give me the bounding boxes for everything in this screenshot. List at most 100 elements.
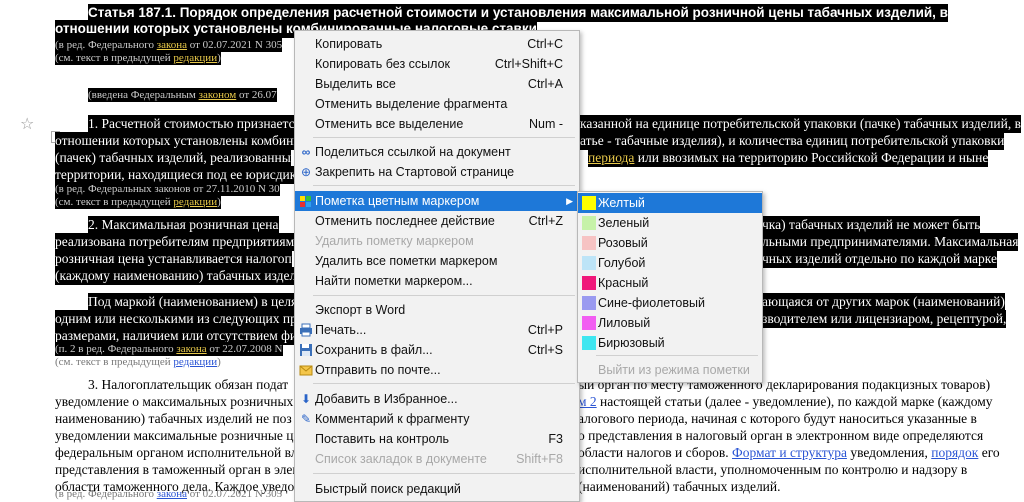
color-swatch	[582, 276, 596, 290]
para2-line: (каждому наименованию) табачных издели	[55, 267, 304, 285]
marker-pink[interactable]: Розовый	[578, 233, 762, 253]
menu-separator	[313, 137, 575, 138]
para3-line: ающаяся от других марок (наименований)	[762, 293, 1005, 311]
format-link[interactable]: Формат и структура	[732, 445, 847, 460]
marker-yellow[interactable]: Желтый	[578, 193, 762, 213]
note-text: )	[217, 196, 221, 208]
menu-label: Выделить все	[315, 77, 396, 91]
menu-shortcut: Shift+F8	[516, 452, 563, 466]
menu-item-add-favorites[interactable]: ⬇ Добавить в Избранное...	[295, 389, 579, 409]
para2-line: чка) табачных изделий не может быть	[762, 216, 981, 234]
para1-line: отношении которых установлены комбини	[55, 132, 301, 150]
edition-link[interactable]: редакции	[173, 196, 217, 208]
law-link[interactable]: законом	[199, 89, 237, 101]
menu-item-undo[interactable]: Отменить последнее действие Ctrl+Z	[295, 211, 579, 231]
menu-label: Желтый	[598, 196, 645, 210]
menu-item-copy[interactable]: Копировать Ctrl+C	[295, 34, 579, 54]
menu-label: Копировать без ссылок	[315, 57, 451, 71]
menu-item-print[interactable]: Печать... Ctrl+P	[295, 320, 579, 340]
menu-label: Копировать	[315, 37, 383, 51]
menu-item-export-word[interactable]: Экспорт в Word	[295, 300, 579, 320]
marker-light-blue[interactable]: Голубой	[578, 253, 762, 273]
pin-icon: ⊕	[300, 165, 312, 179]
menu-label: Список закладок в документе	[315, 452, 487, 466]
law-link[interactable]: закона	[176, 343, 206, 355]
marker-exit-mode: Выйти из режима пометки	[578, 360, 762, 380]
menu-separator	[313, 295, 575, 296]
menu-item-save-file[interactable]: Сохранить в файл... Ctrl+S	[295, 340, 579, 360]
menu-separator	[313, 185, 575, 186]
para4-line: уведомление о максимальных розничных	[55, 394, 294, 409]
edition-link[interactable]: редакции	[173, 356, 217, 368]
edition-link[interactable]: редакции	[173, 52, 217, 64]
menu-item-bookmarks-list: Список закладок в документе Shift+F8	[295, 449, 579, 469]
menu-item-comment[interactable]: ✎ Комментарий к фрагменту	[295, 409, 579, 429]
bookmark-star-icon[interactable]: ☆	[20, 114, 34, 133]
period-link[interactable]: периода	[588, 150, 634, 165]
menu-item-color-marker[interactable]: Пометка цветным маркером ▶	[295, 191, 579, 211]
menu-item-share-link[interactable]: ∞ Поделиться ссылкой на документ	[295, 142, 579, 162]
menu-label: Сине-фиолетовый	[598, 296, 705, 310]
marker-green[interactable]: Зеленый	[578, 213, 762, 233]
menu-item-select-all[interactable]: Выделить все Ctrl+A	[295, 74, 579, 94]
para1-line: 1. Расчетной стоимостью признаетс	[88, 115, 295, 133]
menu-item-deselect-all[interactable]: Отменить все выделение Num -	[295, 114, 579, 134]
para4-line: наименованию) табачных изделий не поз	[55, 411, 292, 426]
menu-label: Закрепить на Стартовой странице	[315, 165, 515, 179]
menu-item-copy-no-links[interactable]: Копировать без ссылок Ctrl+Shift+C	[295, 54, 579, 74]
note-text: (п. 2 в ред. Федерального	[55, 343, 177, 355]
marker-blue-violet[interactable]: Сине-фиолетовый	[578, 293, 762, 313]
para1-line: (пачек) табачных изделий, реализованны	[55, 149, 291, 167]
introduced-note: (введена Федеральным законом от 26.07	[88, 88, 277, 102]
menu-separator	[596, 355, 758, 356]
amendment-note: (в ред. Федерального закона от 02.07.202…	[55, 38, 283, 52]
context-menu: Копировать Ctrl+C Копировать без ссылок Ct…	[294, 30, 580, 502]
para2-line: льными предпринимателями. Максимальная	[762, 233, 1019, 251]
menu-item-pin-start[interactable]: ⊕ Закрепить на Стартовой странице	[295, 162, 579, 182]
menu-item-send-mail[interactable]: Отправить по почте...	[295, 360, 579, 380]
note-text: (см. текст в предыдущей	[55, 196, 174, 208]
para4-line: 3. Налогоплательщик обязан подат	[88, 377, 289, 392]
menu-label: Печать...	[315, 323, 367, 337]
para4-line: области налогов и сборов. Формат и струк…	[578, 444, 1000, 462]
menu-item-remove-all-markers[interactable]: Удалить все пометки маркером	[295, 251, 579, 271]
color-swatch	[582, 296, 596, 310]
menu-item-find-markers[interactable]: Найти пометки маркером...	[295, 271, 579, 291]
para3-line: зводителем или лицензиаром, рецептурой,	[762, 310, 1007, 328]
marker-turquoise[interactable]: Бирюзовый	[578, 333, 762, 353]
note-text: (в ред. Федерального	[55, 39, 157, 51]
menu-item-control[interactable]: Поставить на контроль F3	[295, 429, 579, 449]
point-2-link[interactable]: м 2	[578, 394, 597, 409]
marker-lilac[interactable]: Лиловый	[578, 313, 762, 333]
amendment-note: (в ред. Федеральных законов от 27.11.201…	[55, 182, 280, 196]
menu-label: Пометка цветным маркером	[315, 194, 480, 208]
marker-icon	[299, 194, 313, 208]
menu-label: Выйти из режима пометки	[598, 363, 750, 377]
menu-item-quick-search[interactable]: Быстрый поиск редакций	[295, 479, 579, 499]
note-text: от 02.07.2021 N 305	[187, 488, 283, 500]
menu-label: Экспорт в Word	[315, 303, 406, 317]
procedure-link[interactable]: порядок	[931, 445, 978, 460]
marker-submenu: Желтый Зеленый Розовый Голубой Красный С…	[577, 191, 763, 383]
menu-label: Добавить в Избранное...	[315, 392, 458, 406]
marker-red[interactable]: Красный	[578, 273, 762, 293]
para-text: настоящей статьи (далее - уведомление), …	[596, 394, 993, 409]
previous-edition-note: (см. текст в предыдущей редакции)	[55, 355, 221, 369]
note-text: )	[217, 52, 221, 64]
menu-shortcut: Ctrl+Shift+C	[494, 57, 563, 71]
menu-item-deselect-fragment[interactable]: Отменить выделение фрагмента	[295, 94, 579, 114]
menu-label: Зеленый	[598, 216, 650, 230]
law-link[interactable]: закона	[157, 39, 187, 51]
menu-label: Лиловый	[598, 316, 651, 330]
note-text: от 02.07.2021 N 305	[187, 39, 283, 51]
law-link[interactable]: закона	[157, 488, 187, 500]
menu-label: Отправить по почте...	[315, 363, 441, 377]
para-text: или ввозимых на территорию Российской Фе…	[634, 150, 989, 165]
menu-shortcut: Num -	[528, 117, 563, 131]
para4-line: федеральным органом исполнительной вла	[55, 445, 304, 460]
menu-label: Розовый	[598, 236, 648, 250]
menu-label: Отменить последнее действие	[315, 214, 495, 228]
para4-line: исполнительной власти, уполномоченным по…	[578, 462, 968, 477]
menu-label: Быстрый поиск редакций	[315, 482, 461, 496]
menu-label: Бирюзовый	[598, 336, 665, 350]
